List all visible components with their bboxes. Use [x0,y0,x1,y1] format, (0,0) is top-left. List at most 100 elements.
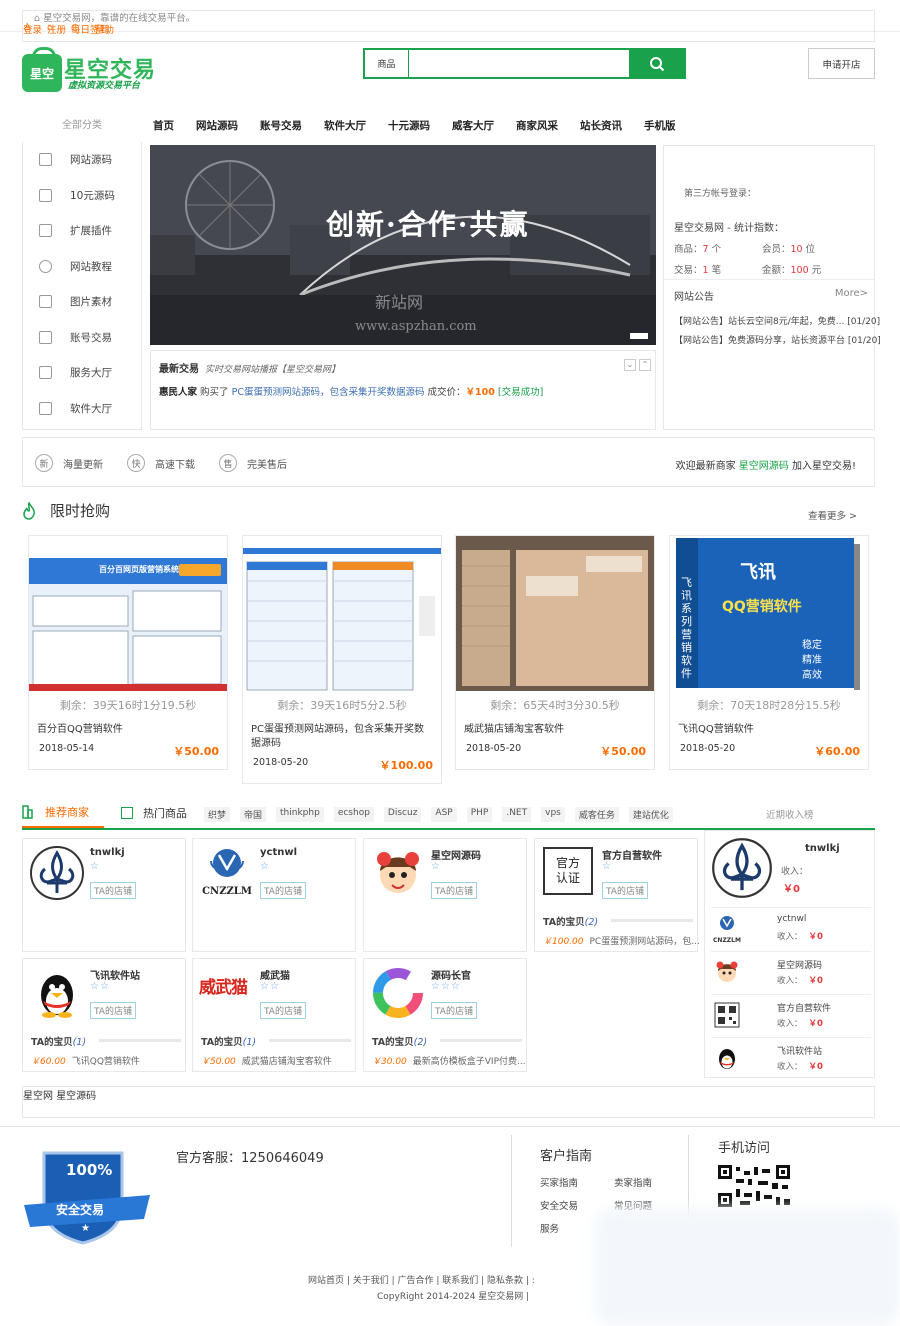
product-card[interactable]: 剩余：65天4时3分30.5秒 威武猫店铺淘宝客软件 2018-05-20 ￥50… [455,535,655,770]
footer-links[interactable]: 网站首页 | 关于我们 | 广告合作 | 联系我们 | 隐私条款 | : [308,1273,535,1286]
hot-tag[interactable]: 威客任务 [574,807,619,822]
category-item[interactable]: 10元源码 [23,178,141,214]
new-merchant-link[interactable]: 星空网源码 [739,461,789,472]
hot-tag[interactable]: vps [541,807,565,822]
stat-trades: 交易：1 笔 [674,265,722,276]
rank-name: 飞讯软件站 [777,1047,823,1057]
guide-link[interactable]: 买家指南 [540,1175,578,1189]
product-name[interactable]: 百分百QQ营销软件 [29,723,227,737]
hot-tag[interactable]: 织梦 [204,807,231,822]
category-item[interactable]: 软件大厅 [23,391,141,427]
notice-more-link[interactable]: More> [835,288,868,299]
chevron-down-icon[interactable]: ⌄ [624,359,636,371]
nav-item[interactable]: 威客大厅 [452,112,494,140]
category-item[interactable]: 网站源码 [23,142,141,178]
hot-tag[interactable]: Discuz [383,807,422,822]
nav-item[interactable]: 十元源码 [388,112,430,140]
nav-item[interactable]: 账号交易 [260,112,302,140]
product-name[interactable]: 威武猫店铺淘宝客软件 [456,723,654,737]
merchant-card[interactable]: 飞讯软件站 ☆☆ TA的店铺 TA的宝贝(1) ￥60.00 飞讯QQ营销软件 [22,958,186,1072]
merchant-card[interactable]: 威武猫 威武猫 ☆☆ TA的店铺 TA的宝贝(1) ￥50.00 威武猫店铺淘宝客… [192,958,356,1072]
search-button[interactable] [629,50,684,77]
hot-tag[interactable]: 建站优化 [628,807,673,822]
category-item[interactable]: 服务大厅 [23,355,141,391]
star-icon: ☆☆☆ [431,981,461,992]
hot-tag[interactable]: 帝国 [240,807,267,822]
nav-item[interactable]: 商家风采 [516,112,558,140]
shop-button[interactable]: TA的店铺 [431,1002,477,1019]
friend-link[interactable]: 星空网 [23,1091,53,1102]
rank-item[interactable]: 官方自营软件 收入： ￥0 [711,994,871,1037]
hot-tag[interactable]: ecshop [333,807,374,822]
progress-bar [440,1039,522,1042]
merchant-item[interactable]: ￥30.00 最新高仿模板盒子VIP付费... [372,1054,526,1067]
merchant-card[interactable]: tnwlkj ☆ TA的店铺 [22,838,186,952]
friend-links: 星空网 星空源码 [22,1086,875,1118]
rank-item[interactable]: CNZZLM yctnwl 收入： ￥0 [711,907,871,950]
banner-slide[interactable]: 创新·合作·共赢 新站网 www.aspzhan.com [150,145,656,345]
category-item[interactable]: 图片素材 [23,284,141,320]
tab-recommended-merchants[interactable]: 推荐商家 [22,798,104,828]
flash-more-link[interactable]: 查看更多 > [808,508,857,522]
notice-item[interactable]: 【网站公告】站长云空间8元/年起，免费... [01/20] [674,314,880,327]
open-shop-button[interactable]: 申请开店 [808,48,875,79]
shop-button[interactable]: TA的店铺 [431,882,477,899]
merchant-name[interactable]: yctnwl [260,847,297,858]
merchant-card[interactable]: CNZZLM yctnwl ☆ TA的店铺 [192,838,356,952]
merchant-name[interactable]: 源码长官 [431,967,471,982]
rank-top-name[interactable]: tnwlkj [805,843,840,854]
merchant-item[interactable]: ￥100.00 PC蛋蛋预测网站源码，包... [543,934,700,947]
product-card[interactable]: 飞讯 QQ营销软件 飞讯系列营销软件 稳定 精准 高效 剩余：70天18时28分15… [669,535,869,770]
shop-button[interactable]: TA的店铺 [90,882,136,899]
category-item[interactable]: 网站教程 [23,249,141,285]
category-item[interactable]: 扩展插件 [23,213,141,249]
rank-item[interactable]: 星空网源码 收入： ￥0 [711,951,871,994]
category-item[interactable]: 账号交易 [23,320,141,356]
product-name[interactable]: PC蛋蛋预测网站源码，包含采集开奖数据源码 [243,723,441,751]
shop-button[interactable]: TA的店铺 [90,1002,136,1019]
guide-link[interactable]: 服务 [540,1221,559,1235]
product-card[interactable]: 百分百网页版营销系统 剩余：39天16时1分19.5秒 百分百QQ营销软件 20… [28,535,228,770]
merchant-card[interactable]: 源码长官 ☆☆☆ TA的店铺 TA的宝贝(2) ￥30.00 最新高仿模板盒子VI… [363,958,527,1072]
hot-tag[interactable]: thinkphp [276,807,324,822]
product-card[interactable]: 剩余：39天16时5分2.5秒 PC蛋蛋预测网站源码，包含采集开奖数据源码 20… [242,535,442,784]
nav-item[interactable]: 软件大厅 [324,112,366,140]
guide-link[interactable]: 安全交易 [540,1198,578,1212]
rank-item[interactable]: 飞讯软件站 收入： ￥0 [711,1037,871,1080]
merchant-item[interactable]: ￥60.00 飞讯QQ营销软件 [31,1054,140,1067]
merchant-item[interactable]: ￥50.00 威武猫店铺淘宝客软件 [201,1054,332,1067]
shop-button[interactable]: TA的店铺 [260,882,306,899]
search-type-select[interactable]: 商品 [365,50,409,77]
product-date: 2018-05-14 [39,743,95,754]
merchant-card[interactable]: 官方认证 官方自营软件 ☆ TA的店铺 TA的宝贝(2) ￥100.00 PC蛋蛋… [534,838,700,952]
tab-hot-products[interactable]: 热门商品 [121,805,187,821]
chevron-up-icon[interactable]: ⌃ [639,359,651,371]
nav-item[interactable]: 首页 [153,112,174,140]
hot-tag[interactable]: ASP [431,807,457,822]
search-input[interactable] [409,50,629,77]
shop-button[interactable]: TA的店铺 [260,1002,306,1019]
star-icon: ☆ [431,861,441,872]
merchant-card[interactable]: 星空网源码 ☆ TA的店铺 [363,838,527,952]
shop-button[interactable]: TA的店铺 [602,882,648,899]
product-name[interactable]: 飞讯QQ营销软件 [670,723,868,737]
star-icon: ★ [81,1223,90,1234]
site-logo[interactable]: 星空 星空交易 虚拟资源交易平台 [22,47,162,94]
merchant-name[interactable]: tnwlkj [90,847,125,858]
merchant-name[interactable]: 星空网源码 [431,847,481,862]
merchant-name[interactable]: 威武猫 [260,967,290,982]
nav-item[interactable]: 站长资讯 [580,112,622,140]
hot-tag[interactable]: .NET [502,807,532,822]
nav-item[interactable]: 手机版 [644,112,676,140]
guide-link[interactable]: 卖家指南 [614,1175,652,1189]
rank-income: 收入： ￥0 [777,1062,823,1072]
friend-link[interactable]: 星空源码 [56,1091,96,1102]
merchant-name[interactable]: 飞讯软件站 [90,967,140,982]
hot-tag[interactable]: PHP [466,807,493,822]
merchant-name[interactable]: 官方自营软件 [602,847,662,862]
all-categories[interactable]: 全部分类 [22,112,142,140]
banner-indicator[interactable] [630,333,648,339]
nav-item[interactable]: 网站源码 [196,112,238,140]
latest-product-link[interactable]: PC蛋蛋预测网站源码，包含采集开奖数据源码 [232,387,425,398]
notice-item[interactable]: 【网站公告】免费源码分享，站长资源平台 [01/20] [674,333,881,346]
